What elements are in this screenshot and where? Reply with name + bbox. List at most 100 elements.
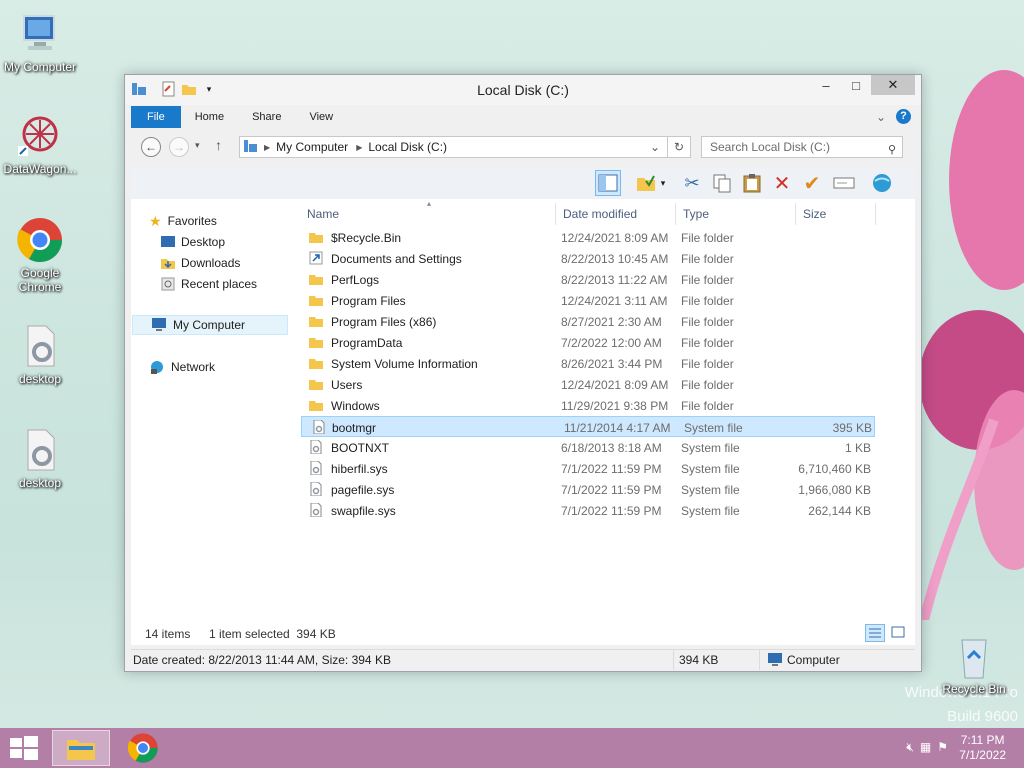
title-bar[interactable]: ▾ Local Disk (C:) – □ ✕ — [125, 75, 921, 105]
table-row[interactable]: System Volume Information 8/26/2021 3:44 … — [299, 353, 915, 374]
table-row[interactable]: swapfile.sys 7/1/2022 11:59 PM System file… — [299, 500, 915, 521]
breadcrumb-local-disk[interactable]: Local Disk (C:) — [368, 140, 447, 154]
folder-options-chevron-icon[interactable]: ▾ — [657, 170, 669, 196]
app-drive-icon[interactable] — [131, 81, 147, 97]
nav-my-computer[interactable]: My Computer — [132, 315, 288, 335]
tab-file[interactable]: File — [131, 106, 181, 128]
open-folder-button[interactable] — [633, 170, 659, 196]
desktop-icon-recycle-bin[interactable]: Recycle Bin — [934, 632, 1014, 696]
table-row[interactable]: pagefile.sys 7/1/2022 11:59 PM System file… — [299, 479, 915, 500]
folder-icon — [309, 314, 323, 328]
table-row[interactable]: BOOTNXT 6/18/2013 8:18 AM System file 1 KB — [299, 437, 915, 458]
chrome-icon — [127, 733, 158, 763]
copy-button[interactable] — [709, 170, 735, 196]
expand-ribbon-chevron-icon[interactable]: ⌄ — [876, 110, 886, 124]
column-divider[interactable] — [555, 203, 556, 225]
preview-pane-button[interactable] — [595, 170, 621, 196]
sort-ascending-icon: ▴ — [427, 199, 432, 208]
table-row[interactable]: Documents and Settings 8/22/2013 10:45 AM… — [299, 248, 915, 269]
start-button[interactable] — [10, 736, 38, 760]
refresh-button[interactable]: ↻ — [667, 136, 691, 158]
nav-downloads[interactable]: Downloads — [161, 253, 240, 273]
help-icon[interactable]: ? — [896, 109, 911, 124]
column-divider[interactable] — [795, 203, 796, 225]
arrow-left-icon: ← — [145, 140, 157, 154]
taskbar-google-chrome[interactable] — [114, 730, 172, 766]
cut-button[interactable]: ✂ — [679, 170, 705, 196]
system-tray: 🔇︎ ▦ ⚑ — [906, 740, 948, 755]
folder-icon — [309, 272, 323, 286]
drive-icon — [244, 139, 258, 156]
table-row[interactable]: Users 12/24/2021 8:09 AM File folder — [299, 374, 915, 395]
search-icon: ⚲ — [887, 144, 896, 156]
table-row[interactable]: Program Files (x86) 8/27/2021 2:30 AM File… — [299, 311, 915, 332]
clock-date: 7/1/2022 — [959, 748, 1006, 762]
tab-view[interactable]: View — [295, 106, 347, 128]
minimize-button[interactable]: – — [811, 75, 841, 95]
nav-recent-places[interactable]: Recent places — [161, 274, 257, 294]
properties-icon[interactable] — [161, 81, 177, 97]
rename-icon — [833, 177, 855, 189]
action-center-icon[interactable]: ⚑ — [937, 740, 948, 755]
forward-button[interactable]: → — [169, 137, 189, 157]
column-header-name[interactable]: Name — [307, 203, 339, 225]
customize-qat-chevron-icon[interactable]: ▾ — [201, 81, 217, 97]
address-bar[interactable]: ▶ My Computer ▶ Local Disk (C:) ⌄ — [239, 136, 689, 158]
maximize-button[interactable]: □ — [841, 75, 871, 95]
folder-icon — [309, 293, 323, 307]
delete-button[interactable]: ✕ — [769, 170, 795, 196]
breadcrumb-my-computer[interactable]: My Computer — [276, 140, 348, 154]
tab-home[interactable]: Home — [181, 106, 238, 128]
back-button[interactable]: ← — [141, 137, 161, 157]
desktop-icon-google-chrome[interactable]: Google Chrome — [0, 216, 80, 294]
address-history-chevron-icon[interactable]: ⌄ — [650, 140, 660, 154]
paste-button[interactable] — [739, 170, 765, 196]
table-row[interactable]: Windows 11/29/2021 9:38 PM File folder — [299, 395, 915, 416]
desktop-icon-desktop-2[interactable]: desktop — [0, 426, 80, 490]
column-divider[interactable] — [875, 203, 876, 225]
desktop-icon-datawagon[interactable]: DataWagon... — [0, 112, 80, 176]
tab-share[interactable]: Share — [238, 106, 295, 128]
taskbar: 🔇︎ ▦ ⚑ 7:11 PM 7/1/2022 — [0, 728, 1024, 768]
column-header-type[interactable]: Type — [683, 203, 709, 225]
table-row[interactable]: ProgramData 7/2/2022 12:00 AM File folder — [299, 332, 915, 353]
file-explorer-icon — [67, 740, 95, 760]
desktop-icon-desktop-1[interactable]: desktop — [0, 322, 80, 386]
recent-locations-chevron-icon[interactable]: ▾ — [195, 140, 200, 151]
table-row[interactable]: Program Files 12/24/2021 3:11 AM File fold… — [299, 290, 915, 311]
volume-muted-icon[interactable]: 🔇︎ — [906, 740, 914, 755]
folder-icon — [309, 377, 323, 391]
chrome-icon — [16, 216, 64, 264]
folder-icon — [309, 398, 323, 412]
delete-x-icon: ✕ — [773, 172, 791, 195]
large-icons-view-button[interactable] — [889, 624, 909, 642]
new-folder-icon[interactable] — [181, 81, 197, 97]
network-status-icon[interactable]: ▦ — [920, 740, 931, 755]
nav-desktop[interactable]: Desktop — [161, 232, 225, 252]
table-row-selected[interactable]: bootmgr 11/21/2014 4:17 AM System file 395 … — [301, 416, 875, 437]
navigation-pane: ★ Favorites Desktop Downloads Recent pla… — [131, 199, 291, 645]
system-file-icon — [309, 439, 323, 455]
network-button[interactable] — [869, 170, 895, 196]
up-button[interactable]: ↑ — [215, 137, 222, 153]
details-view-button[interactable] — [865, 624, 885, 642]
taskbar-file-explorer[interactable] — [52, 730, 110, 766]
nav-network[interactable]: Network — [149, 357, 215, 377]
column-divider[interactable] — [675, 203, 676, 225]
ribbon-right-controls: ⌄ ? — [876, 109, 911, 124]
table-row[interactable]: hiberfil.sys 7/1/2022 11:59 PM System file… — [299, 458, 915, 479]
arrow-right-icon: → — [173, 140, 185, 154]
column-header-date[interactable]: Date modified — [563, 203, 637, 225]
table-row[interactable]: $Recycle.Bin 12/24/2021 8:09 AM File folde… — [299, 227, 915, 248]
nav-favorites[interactable]: ★ Favorites — [149, 211, 217, 231]
close-button[interactable]: ✕ — [871, 75, 915, 95]
desktop-icon-my-computer[interactable]: My Computer — [0, 10, 80, 74]
rename-button[interactable] — [831, 170, 857, 196]
system-file-icon — [312, 419, 326, 435]
scissors-icon: ✂ — [684, 172, 700, 193]
taskbar-clock[interactable]: 7:11 PM 7/1/2022 — [959, 733, 1006, 763]
search-input[interactable]: Search Local Disk (C:) ⚲ — [701, 136, 903, 158]
column-header-size[interactable]: Size — [803, 203, 826, 225]
table-row[interactable]: PerfLogs 8/22/2013 11:22 AM File folder — [299, 269, 915, 290]
apply-button[interactable]: ✔ — [799, 170, 825, 196]
